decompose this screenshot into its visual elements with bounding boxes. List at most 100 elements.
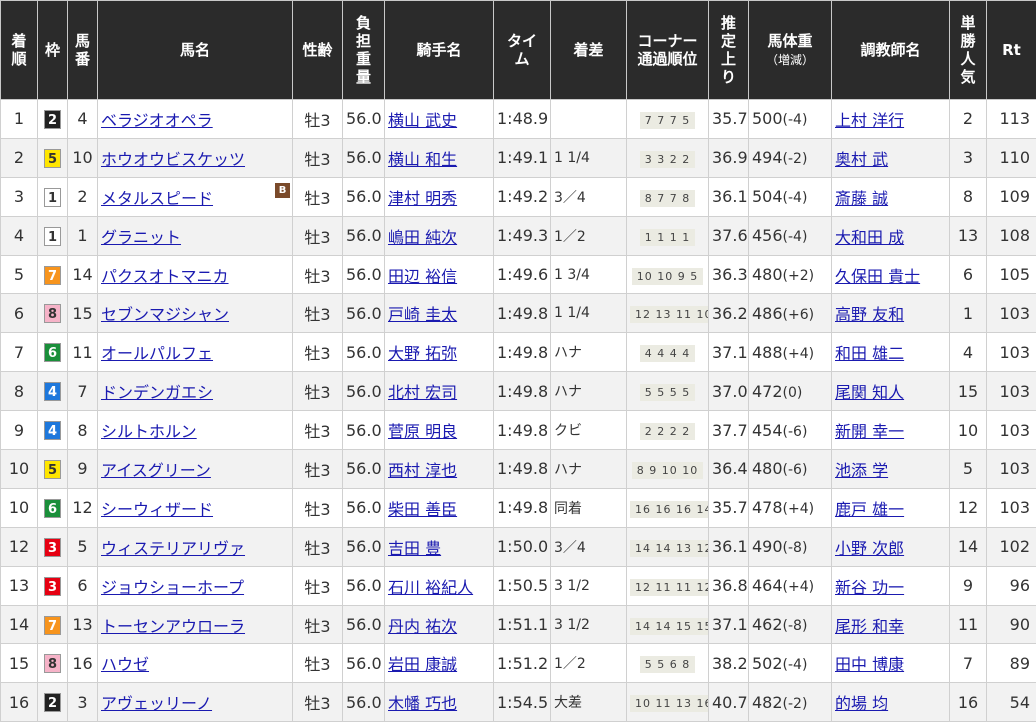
trainer-link[interactable]: 大和田 成 <box>835 228 904 247</box>
popularity: 1 <box>949 293 987 334</box>
jockey-link[interactable]: 津村 明秀 <box>388 189 457 208</box>
jockey-cell: 田辺 裕信 <box>384 254 494 295</box>
body-weight-cell: 456(-4) <box>748 215 832 256</box>
corner-cell: 5 5 6 8 <box>626 643 709 684</box>
jockey-link[interactable]: 田辺 裕信 <box>388 267 457 286</box>
body-weight: 482 <box>752 692 783 712</box>
horse-name-link[interactable]: メタルスピード <box>101 189 213 208</box>
corner-positions: 8 9 10 10 <box>631 461 704 479</box>
corner-positions: 4 4 4 4 <box>639 345 696 363</box>
horse-name-cell: ジョウショーホープ <box>97 565 293 606</box>
sex-age: 牡3 <box>292 137 343 178</box>
horse-name-link[interactable]: トーセンアウローラ <box>101 617 245 636</box>
horse-name-link[interactable]: アヴェッリーノ <box>101 694 212 713</box>
trainer-link[interactable]: 尾形 和幸 <box>835 617 904 636</box>
header-row: 着順 枠 馬番 馬名 性齢 負担重量 騎手名 タイム 着差 コーナー 通過順位 推… <box>0 0 1036 100</box>
horse-name-link[interactable]: ウィステリアリヴァ <box>101 539 245 558</box>
horse-name-link[interactable]: パクスオトマニカ <box>101 267 229 286</box>
horse-name-link[interactable]: オールパルフェ <box>101 344 213 363</box>
horse-name-cell: シルトホルン <box>97 410 293 451</box>
jockey-link[interactable]: 岩田 康誠 <box>388 655 457 674</box>
trainer-link[interactable]: 池添 学 <box>835 461 888 480</box>
horse-name-cell: ホウオウビスケッツ <box>97 137 293 178</box>
corner-cell: 8 7 7 8 <box>626 176 709 217</box>
trainer-link[interactable]: 的場 均 <box>835 694 888 713</box>
carried-weight: 56.0 <box>342 137 385 178</box>
trainer-link[interactable]: 和田 雄二 <box>835 344 904 363</box>
jockey-link[interactable]: 菅原 明良 <box>388 422 457 441</box>
trainer-link[interactable]: 鹿戸 雄一 <box>835 500 904 519</box>
waku-badge: 1 <box>44 187 61 207</box>
jockey-link[interactable]: 嶋田 純次 <box>388 228 457 247</box>
popularity: 7 <box>949 643 987 684</box>
popularity: 2 <box>949 99 987 139</box>
body-weight-cell: 478(+4) <box>748 487 832 528</box>
rating: 103 <box>986 410 1036 451</box>
trainer-link[interactable]: 斎藤 誠 <box>835 189 888 208</box>
sex-age: 牡3 <box>292 604 343 645</box>
last-3f: 36.9 <box>708 137 749 178</box>
jockey-link[interactable]: 石川 裕紀人 <box>388 578 473 597</box>
jockey-link[interactable]: 西村 淳也 <box>388 461 457 480</box>
trainer-cell: 奥村 武 <box>831 137 950 178</box>
table-row: 10 5 9 アイスグリーン 牡3 56.0 西村 淳也 1:49.8 ハナ 8… <box>0 449 1036 489</box>
trainer-link[interactable]: 高野 友和 <box>835 305 904 324</box>
corner-cell: 14 14 15 15 <box>626 604 709 645</box>
horse-name-link[interactable]: ハウゼ <box>101 655 149 674</box>
horse-number: 7 <box>67 371 98 412</box>
horse-name-link[interactable]: ホウオウビスケッツ <box>101 150 245 169</box>
horse-name-link[interactable]: ベラジオオペラ <box>101 111 213 130</box>
margin: 1／2 <box>550 643 627 684</box>
trainer-link[interactable]: 新開 幸一 <box>835 422 904 441</box>
jockey-link[interactable]: 吉田 豊 <box>388 539 441 558</box>
table-row: 1 2 4 ベラジオオペラ 牡3 56.0 横山 武史 1:48.9 7 7 7… <box>0 99 1036 139</box>
horse-name-link[interactable]: シルトホルン <box>101 422 197 441</box>
jockey-link[interactable]: 北村 宏司 <box>388 383 457 402</box>
carried-weight: 56.0 <box>342 332 385 373</box>
body-weight-diff: (-8) <box>782 540 808 557</box>
carried-weight: 56.0 <box>342 99 385 139</box>
horse-number: 2 <box>67 176 98 217</box>
waku-cell: 2 <box>37 99 68 139</box>
trainer-link[interactable]: 尾関 知人 <box>835 383 904 402</box>
horse-name-link[interactable]: ジョウショーホープ <box>101 578 244 597</box>
trainer-link[interactable]: 田中 博康 <box>835 655 904 674</box>
body-weight-diff: (-2) <box>782 695 808 712</box>
popularity: 14 <box>949 526 987 567</box>
horse-name-link[interactable]: シーウィザード <box>101 500 213 519</box>
body-weight: 454 <box>752 420 783 440</box>
popularity: 6 <box>949 254 987 295</box>
jockey-link[interactable]: 木幡 巧也 <box>388 694 457 713</box>
jockey-link[interactable]: 大野 拓弥 <box>388 344 457 363</box>
jockey-link[interactable]: 戸崎 圭太 <box>388 305 457 324</box>
trainer-link[interactable]: 奥村 武 <box>835 150 888 169</box>
horse-name-link[interactable]: アイスグリーン <box>101 461 211 480</box>
horse-name-link[interactable]: セブンマジシャン <box>101 305 229 324</box>
trainer-link[interactable]: 久保田 貴士 <box>835 267 920 286</box>
last-3f: 38.2 <box>708 643 749 684</box>
waku-badge: 5 <box>44 148 61 168</box>
body-weight-cell: 486(+6) <box>748 293 832 334</box>
waku-cell: 2 <box>37 682 68 723</box>
trainer-link[interactable]: 上村 洋行 <box>835 111 904 130</box>
trainer-cell: 大和田 成 <box>831 215 950 256</box>
horse-name-link[interactable]: ドンデンガエシ <box>101 383 213 402</box>
jockey-link[interactable]: 横山 和生 <box>388 150 457 169</box>
sex-age: 牡3 <box>292 487 343 528</box>
sex-age: 牡3 <box>292 682 343 723</box>
jockey-link[interactable]: 横山 武史 <box>388 111 457 130</box>
last-3f: 36.2 <box>708 293 749 334</box>
trainer-cell: 池添 学 <box>831 449 950 489</box>
body-weight: 486 <box>752 303 783 323</box>
body-weight-diff: (-8) <box>782 618 808 635</box>
waku-badge: 7 <box>44 265 61 285</box>
finish-position: 10 <box>0 449 38 489</box>
trainer-link[interactable]: 小野 次郎 <box>835 539 904 558</box>
race-time: 1:49.2 <box>493 176 551 217</box>
table-row: 2 5 10 ホウオウビスケッツ 牡3 56.0 横山 和生 1:49.1 1 … <box>0 137 1036 178</box>
horse-name-link[interactable]: グラニット <box>101 228 181 247</box>
trainer-link[interactable]: 新谷 功一 <box>835 578 904 597</box>
jockey-link[interactable]: 柴田 善臣 <box>388 500 457 519</box>
race-time: 1:49.8 <box>493 293 551 334</box>
jockey-link[interactable]: 丹内 祐次 <box>388 617 457 636</box>
